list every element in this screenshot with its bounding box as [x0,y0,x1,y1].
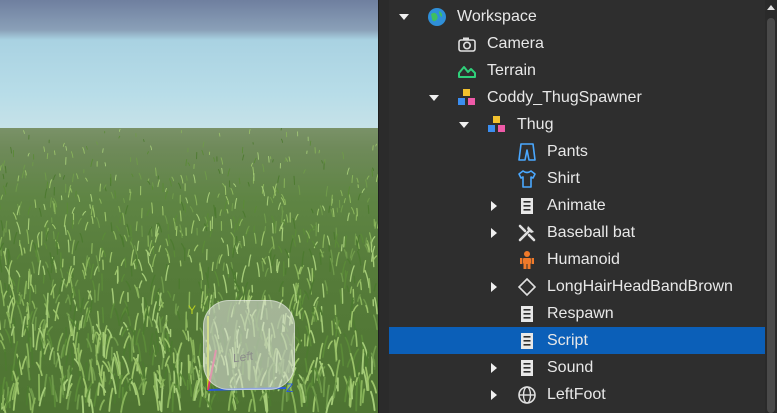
explorer-item-camera[interactable]: Camera [389,30,765,57]
explorer-item-label: Script [547,332,588,349]
explorer-item-script[interactable]: Script [389,327,765,354]
explorer-item-label: LeftFoot [547,386,606,403]
script-icon [517,304,537,324]
expand-arrow-right-icon[interactable] [487,360,501,374]
explorer-item-thug[interactable]: Thug [389,111,765,138]
explorer-item-label: Baseball bat [547,224,636,241]
explorer-item-terrain[interactable]: Terrain [389,57,765,84]
pants-icon [517,142,537,162]
explorer-item-label: Thug [517,116,554,133]
model-icon [457,88,477,108]
explorer-item-label: Shirt [547,170,580,187]
explorer-item-shirt[interactable]: Shirt [389,165,765,192]
explorer-scrollbar[interactable] [765,0,777,413]
camera-icon [457,34,477,54]
script-icon [517,331,537,351]
mesh-icon [517,385,537,405]
expand-arrow-right-icon[interactable] [487,279,501,293]
scroll-thumb[interactable] [767,18,775,413]
explorer-item-label: Pants [547,143,588,160]
explorer-item-animate[interactable]: Animate [389,192,765,219]
explorer-item-label: Camera [487,35,544,52]
svg-text:Y: Y [188,303,196,317]
tool-icon [517,223,537,243]
explorer-item-label: Workspace [457,8,537,25]
explorer-item-leftfoot[interactable]: LeftFoot [389,381,765,408]
expand-arrow-right-icon[interactable] [487,387,501,401]
shirt-icon [517,169,537,189]
expand-arrow-down-icon[interactable] [457,117,471,131]
expand-arrow-down-icon[interactable] [397,9,411,23]
explorer-item-label: Sound [547,359,594,376]
explorer-item-label: Respawn [547,305,614,322]
expand-arrow-down-icon[interactable] [427,90,441,104]
explorer-panel: Workspace Camera Terrain Coddy_ThugSpawner T… [389,0,765,413]
explorer-item-respawn[interactable]: Respawn [389,300,765,327]
humanoid-icon [517,250,537,270]
terrain-icon [457,61,477,81]
model-icon [487,115,507,135]
script-icon [517,196,537,216]
view-cube[interactable] [203,300,295,390]
scroll-up-arrow-icon[interactable] [765,2,777,14]
viewport-3d[interactable]: Y Z Left [0,0,378,413]
explorer-item-label: Animate [547,197,606,214]
explorer-item-label: LongHairHeadBandBrown [547,278,733,295]
script-icon [517,358,537,378]
globe-icon [427,7,447,27]
svg-text:Z: Z [286,381,293,395]
explorer-item-label: Coddy_ThugSpawner [487,89,642,106]
explorer-item-label: Terrain [487,62,536,79]
explorer-item-baseball-bat[interactable]: Baseball bat [389,219,765,246]
explorer-item-pants[interactable]: Pants [389,138,765,165]
explorer-item-longhairheadbandbrown[interactable]: LongHairHeadBandBrown [389,273,765,300]
explorer-item-coddy-thugspawner[interactable]: Coddy_ThugSpawner [389,84,765,111]
explorer-item-label: Humanoid [547,251,620,268]
explorer-item-humanoid[interactable]: Humanoid [389,246,765,273]
explorer-item-workspace[interactable]: Workspace [389,3,765,30]
accessory-icon [517,277,537,297]
explorer-item-sound[interactable]: Sound [389,354,765,381]
view-cube-face-label: Left [233,348,254,366]
expand-arrow-right-icon[interactable] [487,225,501,239]
expand-arrow-right-icon[interactable] [487,198,501,212]
